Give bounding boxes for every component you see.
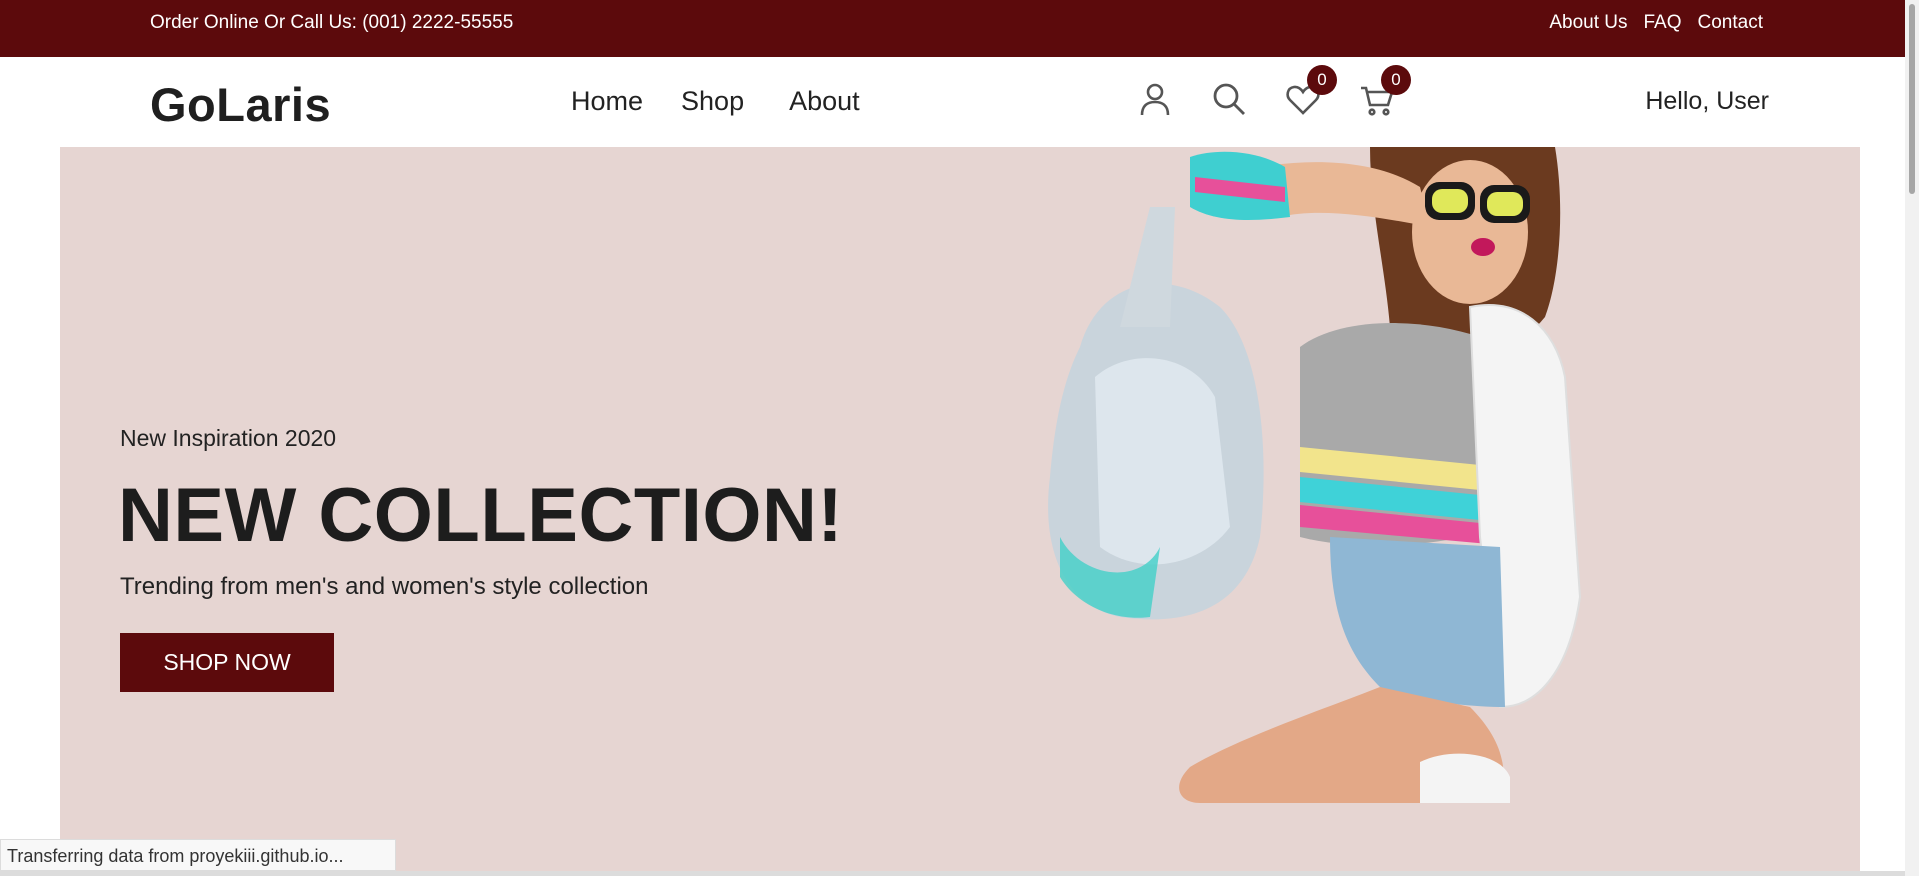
page-scrollbar[interactable] <box>1905 0 1919 876</box>
search-icon[interactable] <box>1211 81 1247 117</box>
nav-home[interactable]: Home <box>571 86 643 117</box>
cart-icon[interactable]: 0 <box>1359 65 1411 117</box>
about-us-link[interactable]: About Us <box>1549 12 1627 34</box>
top-bar: Order Online Or Call Us: (001) 2222-5555… <box>0 0 1919 57</box>
scrollbar-thumb[interactable] <box>1909 4 1915 194</box>
top-links: About Us FAQ Contact <box>1549 12 1763 34</box>
browser-status-bar: Transferring data from proyekiii.github.… <box>0 839 396 871</box>
wishlist-count-badge: 0 <box>1307 65 1337 95</box>
bottom-border <box>0 871 1905 876</box>
logo[interactable]: GoLaris <box>150 77 331 132</box>
nav-about[interactable]: About <box>789 86 860 117</box>
header-icons: 0 0 <box>1137 65 1411 117</box>
contact-link[interactable]: Contact <box>1698 12 1763 34</box>
user-greeting[interactable]: Hello, User <box>1645 87 1769 116</box>
user-icon[interactable] <box>1137 81 1173 117</box>
hero-subtitle: New Inspiration 2020 <box>120 425 337 451</box>
heart-icon[interactable]: 0 <box>1285 65 1337 117</box>
cart-count-badge: 0 <box>1381 65 1411 95</box>
faq-link[interactable]: FAQ <box>1644 12 1682 34</box>
shop-now-button[interactable]: SHOP NOW <box>120 633 334 692</box>
order-phone-text: Order Online Or Call Us: (001) 2222-5555… <box>150 12 514 33</box>
nav-shop[interactable]: Shop <box>681 86 744 117</box>
hero-description: Trending from men's and women's style co… <box>120 573 649 600</box>
hero-model-image <box>1048 147 1582 803</box>
site-header: GoLaris Home Shop About 0 0 Hello, User <box>0 57 1919 147</box>
main-nav: Home Shop About <box>571 86 898 117</box>
hero-title: NEW COLLECTION! <box>118 473 844 558</box>
hero-banner: New Inspiration 2020 NEW COLLECTION! Tre… <box>60 147 1860 876</box>
